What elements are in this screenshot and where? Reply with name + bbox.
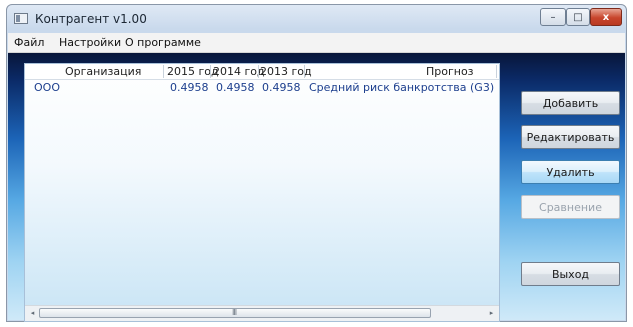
minimize-button[interactable]: – (540, 8, 566, 26)
cell-2015: 0.4958 (170, 81, 209, 94)
table-row[interactable]: ООО 0.4958 0.4958 0.4958 Средний риск ба… (25, 79, 499, 95)
window-title: Контрагент v1.00 (35, 12, 147, 26)
column-separator (304, 65, 305, 78)
add-button[interactable]: Добавить (521, 91, 620, 115)
delete-button[interactable]: Удалить (521, 160, 620, 184)
menu-file[interactable]: Файл (14, 36, 44, 49)
scroll-thumb[interactable]: III (39, 308, 431, 318)
maximize-button[interactable]: □ (566, 8, 590, 26)
counterparty-table[interactable]: Организация 2015 год 2014 год 2013 год П… (24, 63, 500, 322)
exit-button[interactable]: Выход (521, 262, 620, 286)
main-window: Контрагент v1.00 – □ x Файл Настройки О … (6, 4, 627, 322)
grip-icon: III (232, 308, 237, 317)
close-button[interactable]: x (590, 8, 622, 26)
horizontal-scrollbar[interactable]: ◂ III ▸ (25, 305, 499, 321)
column-header-forecast[interactable]: Прогноз (426, 64, 474, 79)
cell-2014: 0.4958 (216, 81, 255, 94)
column-header-2014[interactable]: 2014 год (213, 64, 265, 79)
column-separator (496, 65, 497, 78)
scroll-left-icon[interactable]: ◂ (27, 308, 38, 319)
title-bar[interactable]: Контрагент v1.00 – □ x (7, 5, 626, 33)
menu-bar: Файл Настройки О программе (8, 33, 625, 53)
table-header: Организация 2015 год 2014 год 2013 год П… (25, 64, 499, 80)
client-area: Организация 2015 год 2014 год 2013 год П… (8, 53, 625, 322)
cell-2013: 0.4958 (262, 81, 301, 94)
scroll-right-icon[interactable]: ▸ (486, 308, 497, 319)
edit-button[interactable]: Редактировать (521, 125, 620, 149)
column-separator (258, 65, 259, 78)
cell-organization: ООО (34, 81, 60, 94)
column-separator (163, 65, 164, 78)
column-separator (210, 65, 211, 78)
menu-settings[interactable]: Настройки (59, 36, 121, 49)
cell-forecast: Средний риск банкротства (G3) (309, 81, 495, 94)
menu-about[interactable]: О программе (125, 36, 201, 49)
compare-button[interactable]: Сравнение (521, 195, 620, 219)
app-icon (14, 13, 28, 24)
column-header-organization[interactable]: Организация (65, 64, 141, 79)
